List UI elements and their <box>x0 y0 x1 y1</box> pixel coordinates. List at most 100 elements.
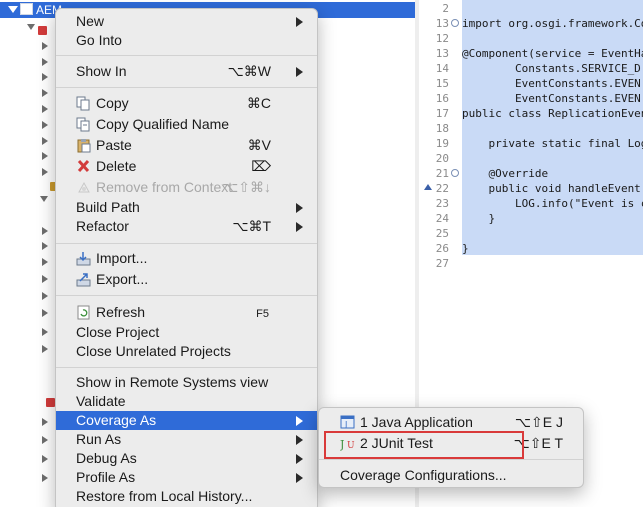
line-number: 23 <box>435 197 449 210</box>
menu-item-profile-as[interactable]: Profile As <box>56 468 317 487</box>
menu-item-label: Close Project <box>76 324 160 340</box>
menu-separator <box>56 367 317 368</box>
menu-item-close-unrelated-projects[interactable]: Close Unrelated Projects <box>56 342 317 361</box>
menu-item-label: Show In <box>76 63 127 79</box>
menu-item-label: Copy <box>96 95 129 111</box>
menu-separator <box>319 459 583 460</box>
error-icon <box>38 26 47 35</box>
menu-item-refresh[interactable]: Refresh F5 <box>56 303 317 322</box>
expand-triangle-icon[interactable] <box>27 24 35 30</box>
menu-separator <box>56 87 317 88</box>
fold-expand-icon[interactable] <box>451 19 459 27</box>
expand-triangle-icon[interactable] <box>42 436 48 444</box>
expand-triangle-icon[interactable] <box>8 6 18 13</box>
expand-triangle-icon[interactable] <box>42 105 48 113</box>
menu-item-import[interactable]: Import... <box>56 249 317 268</box>
menu-item-debug-as[interactable]: Debug As <box>56 449 317 468</box>
menu-item-run-as[interactable]: Run As <box>56 430 317 449</box>
menu-item-copy[interactable]: Copy ⌘C <box>56 94 317 113</box>
line-number: 27 <box>435 257 449 270</box>
line-number: 20 <box>435 152 449 165</box>
expand-triangle-icon[interactable] <box>42 474 48 482</box>
line-number: 2 <box>442 2 449 15</box>
menu-item-go-into[interactable]: Go Into <box>56 31 317 50</box>
menu-item-label: Debug As <box>76 450 137 466</box>
line-number: 15 <box>435 77 449 90</box>
export-icon <box>76 273 91 287</box>
menu-item-shortcut: ⌘V <box>247 137 271 153</box>
svg-text:J: J <box>344 420 347 429</box>
override-marker-icon <box>424 184 432 190</box>
expand-triangle-icon[interactable] <box>42 168 48 176</box>
menu-item-restore-from-local-history[interactable]: Restore from Local History... <box>56 487 317 506</box>
line-number: 21 <box>435 167 449 180</box>
menu-item-label: Close Unrelated Projects <box>76 343 231 359</box>
expand-triangle-icon[interactable] <box>42 242 48 250</box>
menu-item-show-in[interactable]: Show In ⌥⌘W <box>56 62 317 81</box>
menu-item-label: Go Into <box>76 32 122 48</box>
line-number: 13 <box>435 17 449 30</box>
menu-item-shortcut: ⌘C <box>246 95 271 111</box>
expand-triangle-icon[interactable] <box>42 42 48 50</box>
menu-item-delete[interactable]: Delete ⌦ <box>56 157 317 176</box>
expand-triangle-icon[interactable] <box>40 196 48 202</box>
menu-item-validate[interactable]: Validate <box>56 392 317 411</box>
code-line: @Override <box>462 167 549 180</box>
code-line: LOG.info("Event is c <box>462 197 643 210</box>
code-line: } <box>462 212 496 225</box>
menu-item-remove-from-context[interactable]: Remove from Context ⌥⇧⌘↓ <box>56 178 317 197</box>
menu-item-shortcut: ⌥⇧E J <box>514 414 563 430</box>
submenu-item-java-application[interactable]: J 1 Java Application ⌥⇧E J <box>319 413 583 432</box>
line-number: 14 <box>435 62 449 75</box>
code-line: EventConstants.EVEN <box>462 77 641 90</box>
line-number: 16 <box>435 92 449 105</box>
menu-item-label: Export... <box>96 271 149 287</box>
expand-triangle-icon[interactable] <box>42 121 48 129</box>
menu-item-label: Copy Qualified Name <box>96 116 230 132</box>
submenu-item-coverage-configurations[interactable]: Coverage Configurations... <box>319 466 583 485</box>
line-number: 24 <box>435 212 449 225</box>
code-line: } <box>462 242 469 255</box>
expand-triangle-icon[interactable] <box>42 292 48 300</box>
menu-item-refactor[interactable]: Refactor ⌥⌘T <box>56 217 317 236</box>
menu-item-label: Remove from Context <box>96 179 233 195</box>
code-line: private static final Log <box>462 137 643 150</box>
menu-item-shortcut: ⌥⌘W <box>227 63 271 79</box>
code-line: Constants.SERVICE_D <box>462 62 641 75</box>
line-number: 12 <box>435 32 449 45</box>
menu-item-new[interactable]: New <box>56 12 317 31</box>
menu-item-label: Coverage As <box>76 412 157 428</box>
menu-item-paste[interactable]: Paste ⌘V <box>56 136 317 155</box>
menu-item-copy-qualified-name[interactable]: Copy Qualified Name <box>56 115 317 134</box>
expand-triangle-icon[interactable] <box>42 275 48 283</box>
submenu-arrow-icon <box>296 473 303 483</box>
menu-item-label: New <box>76 13 105 29</box>
expand-triangle-icon[interactable] <box>42 309 48 317</box>
expand-triangle-icon[interactable] <box>42 328 48 336</box>
expand-triangle-icon[interactable] <box>42 455 48 463</box>
menu-item-build-path[interactable]: Build Path <box>56 198 317 217</box>
menu-item-coverage-as[interactable]: Coverage As <box>56 411 317 430</box>
expand-triangle-icon[interactable] <box>42 258 48 266</box>
menu-item-label: Coverage Configurations... <box>340 467 507 483</box>
expand-triangle-icon[interactable] <box>42 345 48 353</box>
menu-item-show-in-remote-systems-view[interactable]: Show in Remote Systems view <box>56 373 317 392</box>
menu-item-export[interactable]: Export... <box>56 270 317 289</box>
expand-triangle-icon[interactable] <box>42 137 48 145</box>
menu-item-label: Refactor <box>76 218 129 234</box>
expand-triangle-icon[interactable] <box>42 73 48 81</box>
menu-item-label: 1 Java Application <box>360 414 473 430</box>
menu-item-close-project[interactable]: Close Project <box>56 323 317 342</box>
code-line: public class ReplicationEven <box>462 107 643 120</box>
fold-collapse-icon[interactable] <box>451 169 459 177</box>
java-application-icon: J <box>340 415 355 429</box>
expand-triangle-icon[interactable] <box>42 418 48 426</box>
line-number: 26 <box>435 242 449 255</box>
expand-triangle-icon[interactable] <box>42 89 48 97</box>
expand-triangle-icon[interactable] <box>42 152 48 160</box>
submenu-arrow-icon <box>296 435 303 445</box>
expand-triangle-icon[interactable] <box>42 227 48 235</box>
line-number: 25 <box>435 227 449 240</box>
expand-triangle-icon[interactable] <box>42 58 48 66</box>
submenu-arrow-icon <box>296 222 303 232</box>
